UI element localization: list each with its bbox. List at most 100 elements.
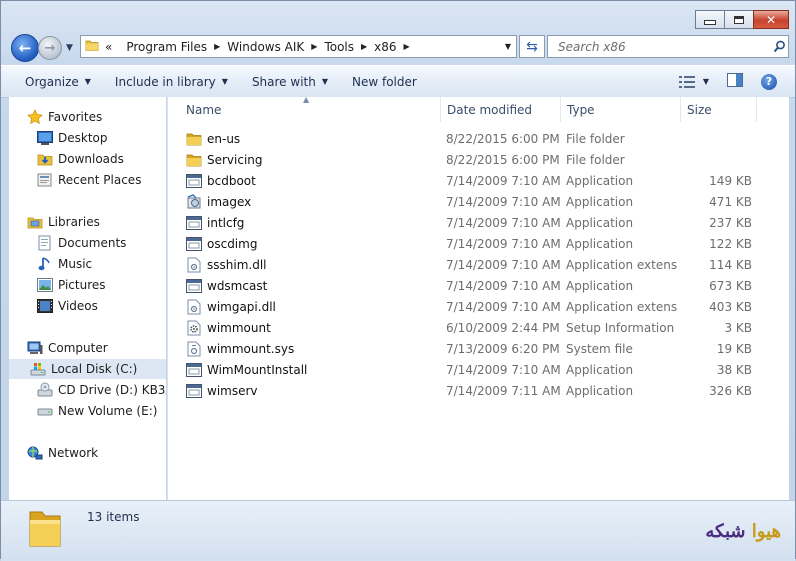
file-size: [678, 149, 752, 170]
close-button[interactable]: ✕: [753, 10, 789, 29]
minimize-button[interactable]: [695, 10, 725, 29]
column-header-type[interactable]: Type: [561, 97, 681, 122]
libraries-icon: [27, 214, 43, 230]
file-row[interactable]: Servicing 8/22/2015 6:00 PM File folder: [168, 149, 789, 170]
back-button[interactable]: ←: [11, 34, 39, 62]
nav-item-cd-drive-d[interactable]: CD Drive (D:) KB3AIK: [37, 380, 166, 400]
help-icon[interactable]: ?: [761, 73, 777, 90]
breadcrumb-arrow-icon[interactable]: ▶: [214, 42, 220, 51]
downloads-icon: [37, 151, 53, 167]
application-icon: [186, 383, 202, 399]
folder-icon: [27, 506, 63, 553]
file-name: imagex: [207, 194, 252, 209]
file-type: Application: [566, 215, 634, 230]
file-row[interactable]: wimmount.sys 7/13/2009 6:20 PM System file…: [168, 338, 789, 359]
maximize-button[interactable]: [724, 10, 754, 29]
new-folder-button[interactable]: New folder: [340, 66, 429, 97]
nav-item-label: Videos: [58, 299, 98, 313]
chevron-down-icon: ▼: [84, 77, 91, 86]
cd-drive-icon: [37, 382, 53, 398]
column-header-size[interactable]: Size: [681, 97, 757, 122]
star-icon: [27, 109, 43, 125]
file-name-cell: Servicing: [186, 149, 263, 170]
nav-favorites[interactable]: Favorites: [27, 107, 102, 127]
organize-button[interactable]: Organize ▼: [1, 66, 103, 97]
file-date-modified: 7/14/2009 7:10 AM: [446, 236, 561, 251]
recent-pages-dropdown[interactable]: ▼: [66, 43, 73, 53]
nav-item-label: Desktop: [58, 131, 108, 145]
column-header-date-modified[interactable]: Date modified: [441, 97, 561, 122]
nav-libraries-label: Libraries: [48, 215, 100, 229]
breadcrumb-windows-aik[interactable]: Windows AIK: [227, 40, 304, 54]
preview-pane-icon: [727, 73, 743, 87]
application-icon: [186, 236, 202, 252]
explorer-window: ✕ ← → ▼ « Program Files ▶ Windows AIK ▶ …: [0, 0, 796, 561]
nav-network[interactable]: Network: [27, 443, 98, 463]
preview-pane-button[interactable]: [727, 73, 743, 90]
watermark-logo: هیوا شبکه: [705, 521, 781, 542]
file-row[interactable]: en-us 8/22/2015 6:00 PM File folder: [168, 128, 789, 149]
file-row[interactable]: ssshim.dll 7/14/2009 7:10 AM Application e…: [168, 254, 789, 275]
setup-info-icon: [186, 320, 202, 336]
address-bar[interactable]: « Program Files ▶ Windows AIK ▶ Tools ▶ …: [80, 35, 517, 58]
nav-item-pictures[interactable]: Pictures: [37, 275, 106, 295]
file-size: 237 KB: [709, 215, 752, 230]
breadcrumb-arrow-icon[interactable]: ▶: [311, 42, 317, 51]
nav-item-videos[interactable]: Videos: [37, 296, 98, 316]
file-size: 3 KB: [724, 320, 752, 335]
file-type: File folder: [566, 152, 625, 167]
address-history-dropdown[interactable]: ▼: [499, 36, 516, 57]
file-date-modified: 7/13/2009 6:20 PM: [446, 341, 560, 356]
share-with-button[interactable]: Share with ▼: [240, 66, 340, 97]
nav-item-music[interactable]: Music: [37, 254, 92, 274]
chevron-down-icon: ▼: [221, 77, 228, 86]
file-row[interactable]: wimmount 6/10/2009 2:44 PM Setup Informati…: [168, 317, 789, 338]
file-row[interactable]: oscdimg 7/14/2009 7:10 AM Application 122 K…: [168, 233, 789, 254]
nav-item-recent-places[interactable]: Recent Places: [37, 170, 141, 190]
file-row[interactable]: wimserv 7/14/2009 7:11 AM Application 326 K…: [168, 380, 789, 401]
nav-item-label: Documents: [58, 236, 127, 250]
breadcrumb-program-files[interactable]: Program Files: [126, 40, 207, 54]
breadcrumb-arrow-icon[interactable]: ▶: [361, 42, 367, 51]
search-box[interactable]: [547, 35, 789, 58]
refresh-button[interactable]: ⇆: [519, 35, 545, 58]
file-row[interactable]: intlcfg 7/14/2009 7:10 AM Application 237 K…: [168, 212, 789, 233]
file-row[interactable]: wimgapi.dll 7/14/2009 7:10 AM Application …: [168, 296, 789, 317]
file-row[interactable]: bcdboot 7/14/2009 7:10 AM Application 149 K…: [168, 170, 789, 191]
folder-icon: [186, 152, 202, 168]
column-header-name[interactable]: Name: [180, 97, 441, 122]
documents-icon: [37, 235, 53, 251]
forward-button[interactable]: →: [38, 36, 62, 60]
nav-libraries[interactable]: Libraries: [27, 212, 100, 232]
file-name: Servicing: [207, 152, 263, 167]
file-size: [678, 128, 752, 149]
nav-computer[interactable]: Computer: [27, 338, 108, 358]
nav-item-new-volume-e[interactable]: New Volume (E:): [37, 401, 157, 421]
breadcrumb-tools[interactable]: Tools: [324, 40, 354, 54]
search-icon[interactable]: [770, 40, 788, 53]
file-name: en-us: [207, 131, 241, 146]
close-icon: ✕: [765, 12, 777, 27]
nav-item-local-disk-c[interactable]: Local Disk (C:): [9, 359, 166, 379]
imagex-icon: [186, 193, 202, 210]
application-icon: [186, 173, 202, 189]
breadcrumb-arrow-icon[interactable]: ▶: [404, 42, 410, 51]
new-folder-label: New folder: [352, 74, 417, 89]
include-in-library-button[interactable]: Include in library ▼: [103, 66, 240, 97]
nav-favorites-label: Favorites: [48, 110, 103, 124]
nav-item-documents[interactable]: Documents: [37, 233, 126, 253]
nav-item-desktop[interactable]: Desktop: [37, 128, 108, 148]
change-view-button[interactable]: ▼: [678, 75, 709, 88]
breadcrumb-overflow[interactable]: «: [105, 40, 112, 54]
breadcrumb-x86[interactable]: x86: [374, 40, 396, 54]
network-icon: [27, 445, 43, 461]
search-input[interactable]: [556, 38, 770, 55]
file-type: System file: [566, 341, 633, 356]
music-icon: [37, 256, 53, 272]
system-file-icon: [186, 341, 202, 357]
watermark-part2: شبکه: [705, 521, 746, 542]
nav-item-downloads[interactable]: Downloads: [37, 149, 124, 169]
file-row[interactable]: wdsmcast 7/14/2009 7:10 AM Application 673 …: [168, 275, 789, 296]
file-row[interactable]: WimMountInstall 7/14/2009 7:10 AM Applicat…: [168, 359, 789, 380]
file-row[interactable]: imagex 7/14/2009 7:10 AM Application 471 KB: [168, 191, 789, 212]
